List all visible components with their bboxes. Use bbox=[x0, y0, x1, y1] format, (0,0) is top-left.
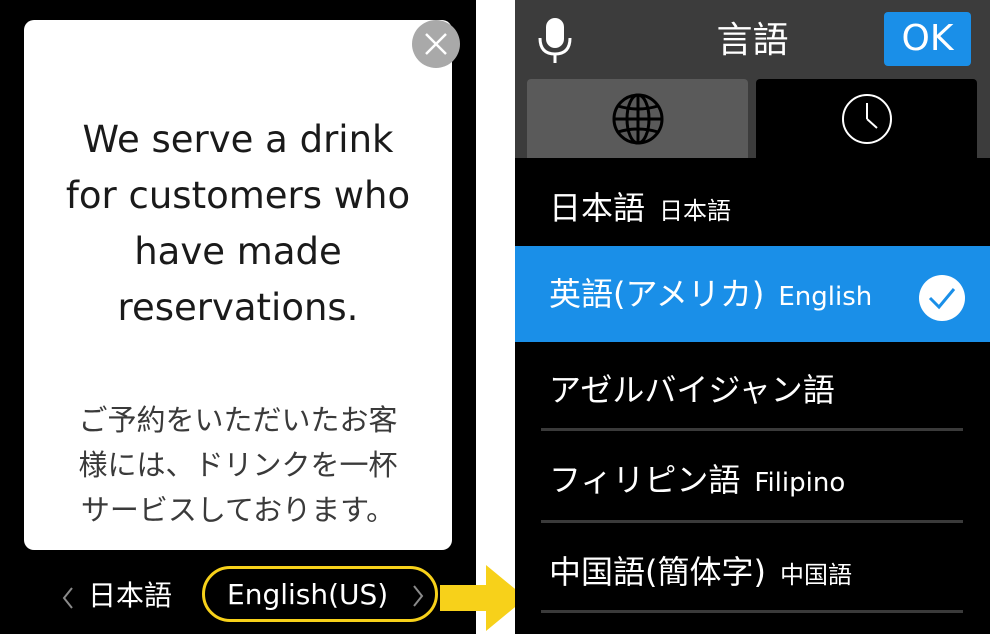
english-line: for customers who bbox=[65, 174, 411, 217]
previous-language-label[interactable]: 日本語 bbox=[88, 574, 172, 618]
language-name: 中国語(簡体字) bbox=[549, 553, 766, 591]
language-native-name: English bbox=[778, 282, 873, 312]
chevron-right-icon bbox=[413, 585, 424, 607]
english-message: We serve a drink for customers who have … bbox=[34, 112, 442, 336]
tab-history[interactable] bbox=[756, 79, 977, 158]
language-name: 英語(アメリカ) bbox=[549, 275, 765, 313]
language-item-azerbaijani[interactable]: アゼルバイジャン語 bbox=[515, 342, 990, 430]
header-bar: 言語 OK bbox=[515, 0, 990, 158]
english-line: reservations. bbox=[117, 286, 359, 329]
language-native-name: Filipino bbox=[754, 468, 846, 498]
japanese-line: 様には、ドリンクを一杯 bbox=[78, 448, 398, 482]
english-line: have made bbox=[134, 230, 342, 273]
ok-button[interactable]: OK bbox=[884, 12, 971, 66]
language-item-japanese[interactable]: 日本語 日本語 bbox=[515, 158, 990, 246]
close-icon bbox=[425, 33, 447, 55]
language-switcher: 日本語 English(US) bbox=[0, 560, 476, 634]
arrow-right-icon bbox=[440, 565, 526, 631]
checkmark-icon bbox=[919, 275, 965, 321]
language-item-english-us[interactable]: 英語(アメリカ) English bbox=[515, 246, 990, 342]
current-language-label: English(US) bbox=[227, 578, 389, 611]
language-name: フィリピン語 bbox=[549, 461, 741, 499]
language-name: 日本語 bbox=[549, 189, 646, 227]
translation-card: We serve a drink for customers who have … bbox=[24, 20, 460, 550]
english-line: We serve a drink bbox=[82, 118, 394, 161]
language-item-chinese-simplified[interactable]: 中国語(簡体字) 中国語 bbox=[515, 524, 990, 612]
list-divider bbox=[541, 428, 963, 431]
list-divider bbox=[541, 520, 963, 523]
language-settings-panel: 言語 OK 日本語 日本語 英語(アメリカ) English アゼルバイジャン語… bbox=[515, 0, 990, 634]
language-item-filipino[interactable]: フィリピン語 Filipino bbox=[515, 432, 990, 520]
japanese-line: ご予約をいただいたお客 bbox=[78, 403, 398, 437]
list-divider bbox=[541, 610, 963, 613]
japanese-message: ご予約をいただいたお客 様には、ドリンクを一杯 サービスしております。 bbox=[38, 398, 438, 533]
language-native-name: 日本語 bbox=[659, 197, 732, 225]
tab-languages[interactable] bbox=[527, 79, 748, 158]
globe-icon bbox=[612, 93, 664, 145]
language-name: アゼルバイジャン語 bbox=[549, 371, 835, 409]
current-language-button[interactable]: English(US) bbox=[202, 566, 438, 622]
language-native-name: 中国語 bbox=[779, 561, 852, 589]
clock-icon bbox=[842, 94, 892, 144]
japanese-line: サービスしております。 bbox=[80, 493, 396, 527]
translation-panel: We serve a drink for customers who have … bbox=[0, 0, 476, 634]
chevron-left-icon[interactable] bbox=[60, 584, 76, 612]
close-button[interactable] bbox=[412, 20, 460, 68]
